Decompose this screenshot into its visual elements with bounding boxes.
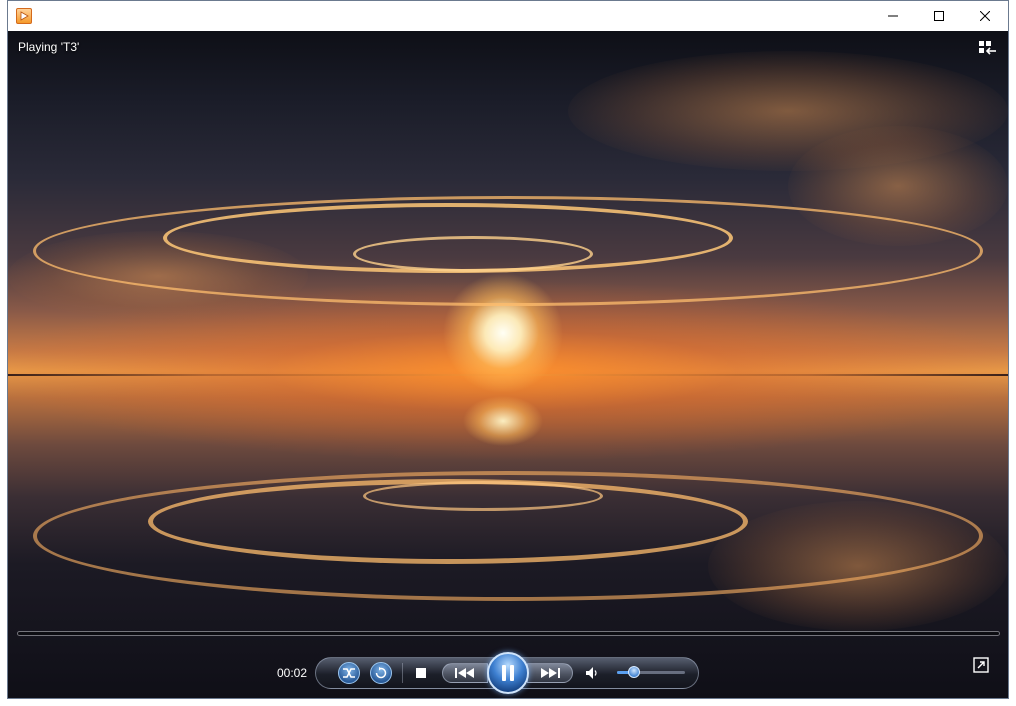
media-player-icon (16, 8, 32, 24)
video-display[interactable]: Playing 'T3' 00:02 (8, 31, 1008, 698)
stop-icon (416, 668, 426, 678)
fullscreen-button[interactable] (973, 657, 989, 673)
now-playing-label: Playing 'T3' (18, 40, 80, 54)
reflection-ring (363, 481, 603, 511)
next-button[interactable] (527, 663, 573, 683)
previous-button[interactable] (442, 663, 488, 683)
repeat-button[interactable] (370, 662, 392, 684)
mute-button[interactable] (584, 665, 600, 681)
minimize-button[interactable] (870, 1, 916, 31)
pause-icon (502, 665, 514, 681)
maximize-icon (934, 11, 944, 21)
switch-to-library-button[interactable] (978, 40, 998, 56)
fullscreen-icon (973, 657, 989, 673)
horizon-line (8, 374, 1008, 376)
play-pause-button[interactable] (487, 652, 529, 694)
volume-thumb[interactable] (628, 666, 640, 678)
seek-bar[interactable] (17, 631, 1000, 636)
elapsed-time: 00:02 (277, 666, 308, 680)
close-button[interactable] (962, 1, 1008, 31)
media-player-window: Playing 'T3' 00:02 (7, 0, 1009, 699)
minimize-icon (888, 15, 898, 17)
switch-to-library-icon (979, 41, 996, 55)
next-icon (541, 668, 560, 678)
repeat-icon (375, 667, 387, 679)
previous-icon (455, 668, 474, 678)
cloud-ring (353, 236, 593, 272)
close-icon (980, 11, 990, 21)
shuffle-icon (343, 668, 355, 678)
speaker-icon (586, 667, 597, 679)
maximize-button[interactable] (916, 1, 962, 31)
shuffle-button[interactable] (338, 662, 360, 684)
stop-button[interactable] (412, 664, 430, 682)
title-bar[interactable] (8, 1, 1008, 31)
control-divider (402, 663, 403, 683)
